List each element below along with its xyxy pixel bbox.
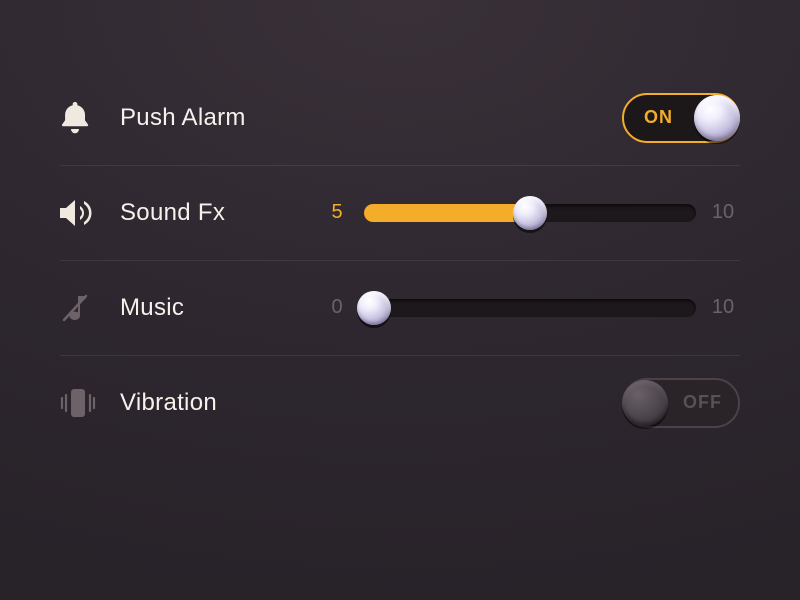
- row-vibration: Vibration OFF: [60, 355, 740, 450]
- push-alarm-toggle[interactable]: ON: [622, 93, 740, 143]
- sound-fx-max: 10: [706, 201, 740, 224]
- music-thumb[interactable]: [357, 291, 391, 325]
- music-slider[interactable]: 0 10: [320, 296, 740, 319]
- music-min: 0: [320, 296, 354, 319]
- toggle-knob: [694, 95, 740, 141]
- bell-icon: [60, 102, 120, 134]
- vibration-label: Vibration: [120, 389, 320, 417]
- toggle-knob: [622, 380, 668, 426]
- music-label: Music: [120, 294, 320, 322]
- row-sound-fx: Sound Fx 5 10: [60, 165, 740, 260]
- sound-fx-fill: [364, 204, 530, 222]
- vibration-toggle[interactable]: OFF: [622, 378, 740, 428]
- vibration-toggle-label: OFF: [683, 392, 722, 413]
- sound-fx-label: Sound Fx: [120, 199, 320, 227]
- sound-fx-slider[interactable]: 5 10: [320, 201, 740, 224]
- music-max: 10: [706, 296, 740, 319]
- sound-fx-track[interactable]: [364, 204, 696, 222]
- sound-fx-min: 5: [320, 201, 354, 224]
- row-push-alarm: Push Alarm ON: [60, 70, 740, 165]
- music-track[interactable]: [364, 299, 696, 317]
- vibration-icon: [60, 387, 120, 419]
- row-music: Music 0 10: [60, 260, 740, 355]
- speaker-icon: [60, 198, 120, 228]
- music-mute-icon: [60, 292, 120, 324]
- push-alarm-label: Push Alarm: [120, 104, 320, 132]
- sound-fx-thumb[interactable]: [513, 196, 547, 230]
- push-alarm-toggle-label: ON: [644, 107, 673, 128]
